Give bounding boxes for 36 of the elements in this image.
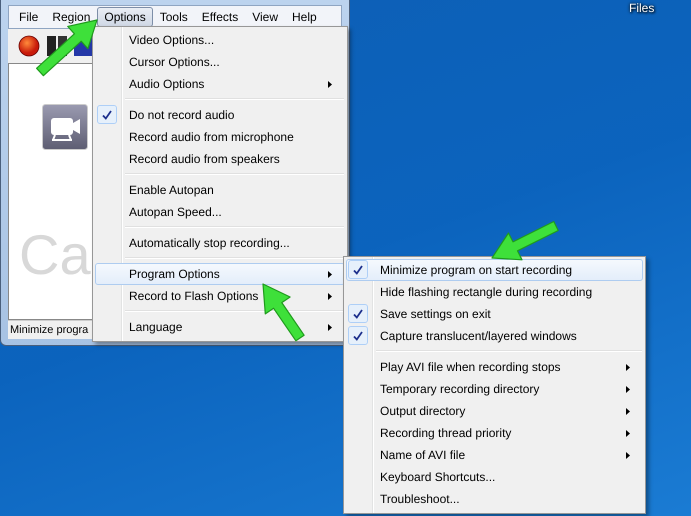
menu-item[interactable]: Language bbox=[95, 316, 345, 338]
menu-item[interactable]: Autopan Speed... bbox=[95, 201, 345, 223]
menu-item[interactable]: Troubleshoot... bbox=[346, 488, 643, 510]
menu-item[interactable]: Automatically stop recording... bbox=[95, 232, 345, 254]
menu-item[interactable]: Audio Options bbox=[95, 73, 345, 95]
menu-item[interactable]: Hide flashing rectangle during recording bbox=[346, 281, 643, 303]
menu-bar-item[interactable]: Region bbox=[45, 7, 98, 27]
status-text: Minimize progra bbox=[10, 324, 88, 336]
menu-bar-item[interactable]: File bbox=[12, 7, 46, 27]
menu-item[interactable]: Save settings on exit bbox=[346, 303, 643, 325]
menu-item[interactable]: Capture translucent/layered windows bbox=[346, 325, 643, 347]
menu-bar-item[interactable]: View bbox=[245, 7, 286, 27]
menu-item[interactable]: Minimize program on start recording bbox=[346, 259, 643, 281]
menu-item[interactable]: Record audio from speakers bbox=[95, 148, 345, 170]
menu-item[interactable]: Recording thread priority bbox=[346, 422, 643, 444]
menu-item[interactable]: Temporary recording directory bbox=[346, 378, 643, 400]
pointer-arrow bbox=[491, 220, 559, 260]
menu-item[interactable]: Record audio from microphone bbox=[95, 126, 345, 148]
menu-item[interactable]: Program Options bbox=[95, 263, 345, 285]
menu-item[interactable]: Do not record audio bbox=[95, 104, 345, 126]
menu-item[interactable]: Output directory bbox=[346, 400, 643, 422]
menu-bar-item[interactable]: Options bbox=[97, 7, 153, 27]
menu-item[interactable]: Video Options... bbox=[95, 29, 345, 51]
pointer-arrow bbox=[262, 283, 305, 342]
camera-icon bbox=[42, 104, 88, 150]
menu-item[interactable]: Record to Flash Options bbox=[95, 285, 345, 307]
menu-bar-item[interactable]: Tools bbox=[152, 7, 195, 27]
menu-bar-item[interactable]: Help bbox=[285, 7, 324, 27]
menu-item[interactable]: Enable Autopan bbox=[95, 179, 345, 201]
desktop-icon-label[interactable]: Files bbox=[629, 1, 654, 15]
menu-item[interactable]: Cursor Options... bbox=[95, 51, 345, 73]
menu-item[interactable]: Play AVI file when recording stops bbox=[346, 356, 643, 378]
menu-item[interactable]: Keyboard Shortcuts... bbox=[346, 466, 643, 488]
record-icon[interactable] bbox=[18, 35, 40, 57]
menu-bar-item[interactable]: Effects bbox=[194, 7, 246, 27]
menu-item[interactable]: Name of AVI file bbox=[346, 444, 643, 466]
